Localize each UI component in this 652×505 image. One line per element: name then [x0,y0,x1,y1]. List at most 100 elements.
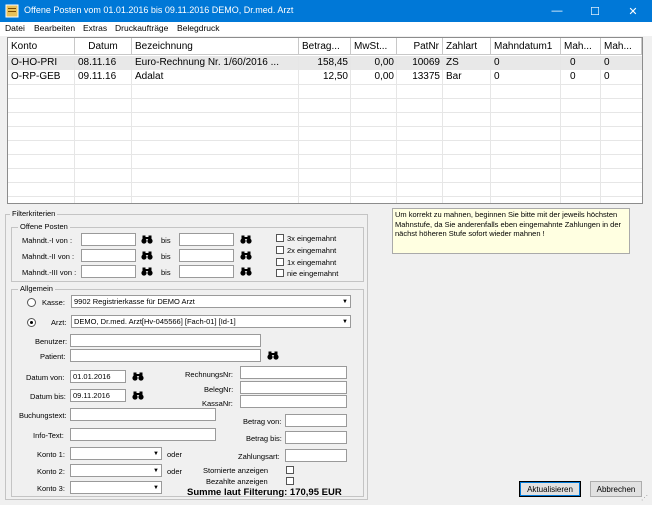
table-cell: ZS [446,57,459,68]
checkbox-2x-eingemahnt[interactable] [276,246,284,254]
datum-bis-label: Datum bis: [30,392,66,401]
binoculars-icon[interactable] [240,251,252,260]
table-cell: 158,45 [317,57,348,68]
checkbox-label: 2x eingemahnt [287,246,337,255]
open-items-table[interactable]: Konto Datum Bezeichnung Betrag... MwSt..… [7,37,643,204]
mahndt-2-to-input[interactable] [179,249,234,262]
konto2-select[interactable] [70,464,162,477]
oder-label: oder [167,450,183,459]
binoculars-icon[interactable] [141,235,153,244]
mahndt-2-from-input[interactable] [81,249,136,262]
arzt-select[interactable]: DEMO, Dr.med. Arzt[Hv-045566] [Fach-01] … [71,315,351,328]
table-cell: O-HO-PRI [11,57,58,68]
buchungstext-input[interactable] [70,408,216,421]
belegnr-input[interactable] [240,381,347,394]
chevron-down-icon[interactable]: ▼ [340,316,350,327]
mahnung-hint-note: Um korrekt zu mahnen, beginnen Sie bitte… [392,208,630,254]
table-cell: 10069 [412,57,440,68]
table-cell: O-RP-GEB [11,71,61,82]
checkbox-bezahlte[interactable] [286,477,294,485]
column-header-mah-2[interactable]: Mah... [561,38,601,55]
infotext-input[interactable] [70,428,216,441]
datum-von-input[interactable]: 01.01.2016 [70,370,126,383]
close-button[interactable]: ✕ [614,0,652,22]
mahndt-3-to-input[interactable] [179,265,234,278]
datum-bis-value: 09.11.2016 [73,391,110,400]
menu-datei[interactable]: Datei [5,23,25,33]
maximize-button[interactable]: ☐ [576,0,614,22]
table-cell: 0 [604,57,610,68]
konto1-select[interactable] [70,447,162,460]
table-cell: 0 [570,57,576,68]
betrag-von-input[interactable] [285,414,347,427]
arzt-label: Arzt: [51,318,67,327]
zahlungsart-input[interactable] [285,449,347,462]
binoculars-icon[interactable] [240,267,252,276]
column-header-konto[interactable]: Konto [8,38,75,55]
column-header-patnr[interactable]: PatNr [397,38,443,55]
bis-label: bis [161,236,171,245]
mahndt-1-to-input[interactable] [179,233,234,246]
summe-label: Summe laut Filterung: 170,95 EUR [187,487,342,498]
chevron-down-icon[interactable]: ▼ [151,482,161,493]
mahndt-1-from-input[interactable] [81,233,136,246]
table-cell: Euro-Rechnung Nr. 1/60/2016 ... [135,57,279,68]
chevron-down-icon[interactable]: ▼ [151,448,161,459]
mahndt-3-from-input[interactable] [81,265,136,278]
konto3-label: Konto 3: [37,484,65,493]
binoculars-icon[interactable] [141,251,153,260]
app-icon [5,4,19,18]
table-cell: 12,50 [322,71,348,82]
benutzer-label: Benutzer: [35,337,68,346]
arzt-select-value: DEMO, Dr.med. Arzt[Hv-045566] [Fach-01] … [74,317,236,326]
chevron-down-icon[interactable]: ▼ [340,296,350,307]
checkbox-stornierte[interactable] [286,466,294,474]
oder-label: oder [167,467,183,476]
binoculars-icon[interactable] [132,391,144,400]
table-cell: 09.11.16 [78,71,117,82]
minimize-button[interactable]: — [538,0,576,22]
rechnungsnr-input[interactable] [240,366,347,379]
binoculars-icon[interactable] [141,267,153,276]
menu-bearbeiten[interactable]: Bearbeiten [34,23,75,33]
chevron-down-icon[interactable]: ▼ [151,465,161,476]
column-header-mwst[interactable]: MwSt... [351,38,397,55]
table-cell: 08.11.16 [78,57,117,68]
binoculars-icon[interactable] [267,351,279,360]
grid-line [600,56,601,203]
column-header-mahndatum1[interactable]: Mahndatum1 [491,38,561,55]
benutzer-input[interactable] [70,334,261,347]
menu-belegdruck[interactable]: Belegdruck [177,23,220,33]
binoculars-icon[interactable] [132,372,144,381]
cancel-button[interactable]: Abbrechen [590,481,642,497]
konto2-label: Konto 2: [37,467,65,476]
checkbox-3x-eingemahnt[interactable] [276,234,284,242]
kassanr-input[interactable] [240,395,347,408]
binoculars-icon[interactable] [240,235,252,244]
title-bar: Offene Posten vom 01.01.2016 bis 09.11.2… [0,0,652,22]
radio-arzt[interactable] [27,318,36,327]
column-header-betrag[interactable]: Betrag... [299,38,351,55]
general-group-title: Allgemein [18,284,55,293]
filter-group-title: Filterkriterien [10,209,58,218]
column-header-bezeichnung[interactable]: Bezeichnung [132,38,299,55]
patient-input[interactable] [70,349,261,362]
checkbox-1x-eingemahnt[interactable] [276,258,284,266]
checkbox-nie-eingemahnt[interactable] [276,269,284,277]
column-header-mah-3[interactable]: Mah... [601,38,642,55]
infotext-label: Info-Text: [33,431,64,440]
betrag-bis-input[interactable] [285,431,347,444]
menu-druckauftraege[interactable]: Druckaufträge [115,23,168,33]
column-header-zahlart[interactable]: Zahlart [443,38,491,55]
menu-extras[interactable]: Extras [83,23,107,33]
datum-bis-input[interactable]: 09.11.2016 [70,389,126,402]
bezahlt-label: Bezahlte anzeigen [206,477,268,486]
konto3-select[interactable] [70,481,162,494]
column-header-datum[interactable]: Datum [75,38,132,55]
betrag-von-label: Betrag von: [243,417,282,426]
resize-grip-icon[interactable]: ⋰ [641,494,650,503]
refresh-button[interactable]: Aktualisieren [519,481,581,497]
radio-kasse[interactable] [27,298,36,307]
buchungstext-label: Buchungstext: [19,411,67,420]
kasse-select[interactable]: 9902 Registrierkasse für DEMO Arzt [71,295,351,308]
